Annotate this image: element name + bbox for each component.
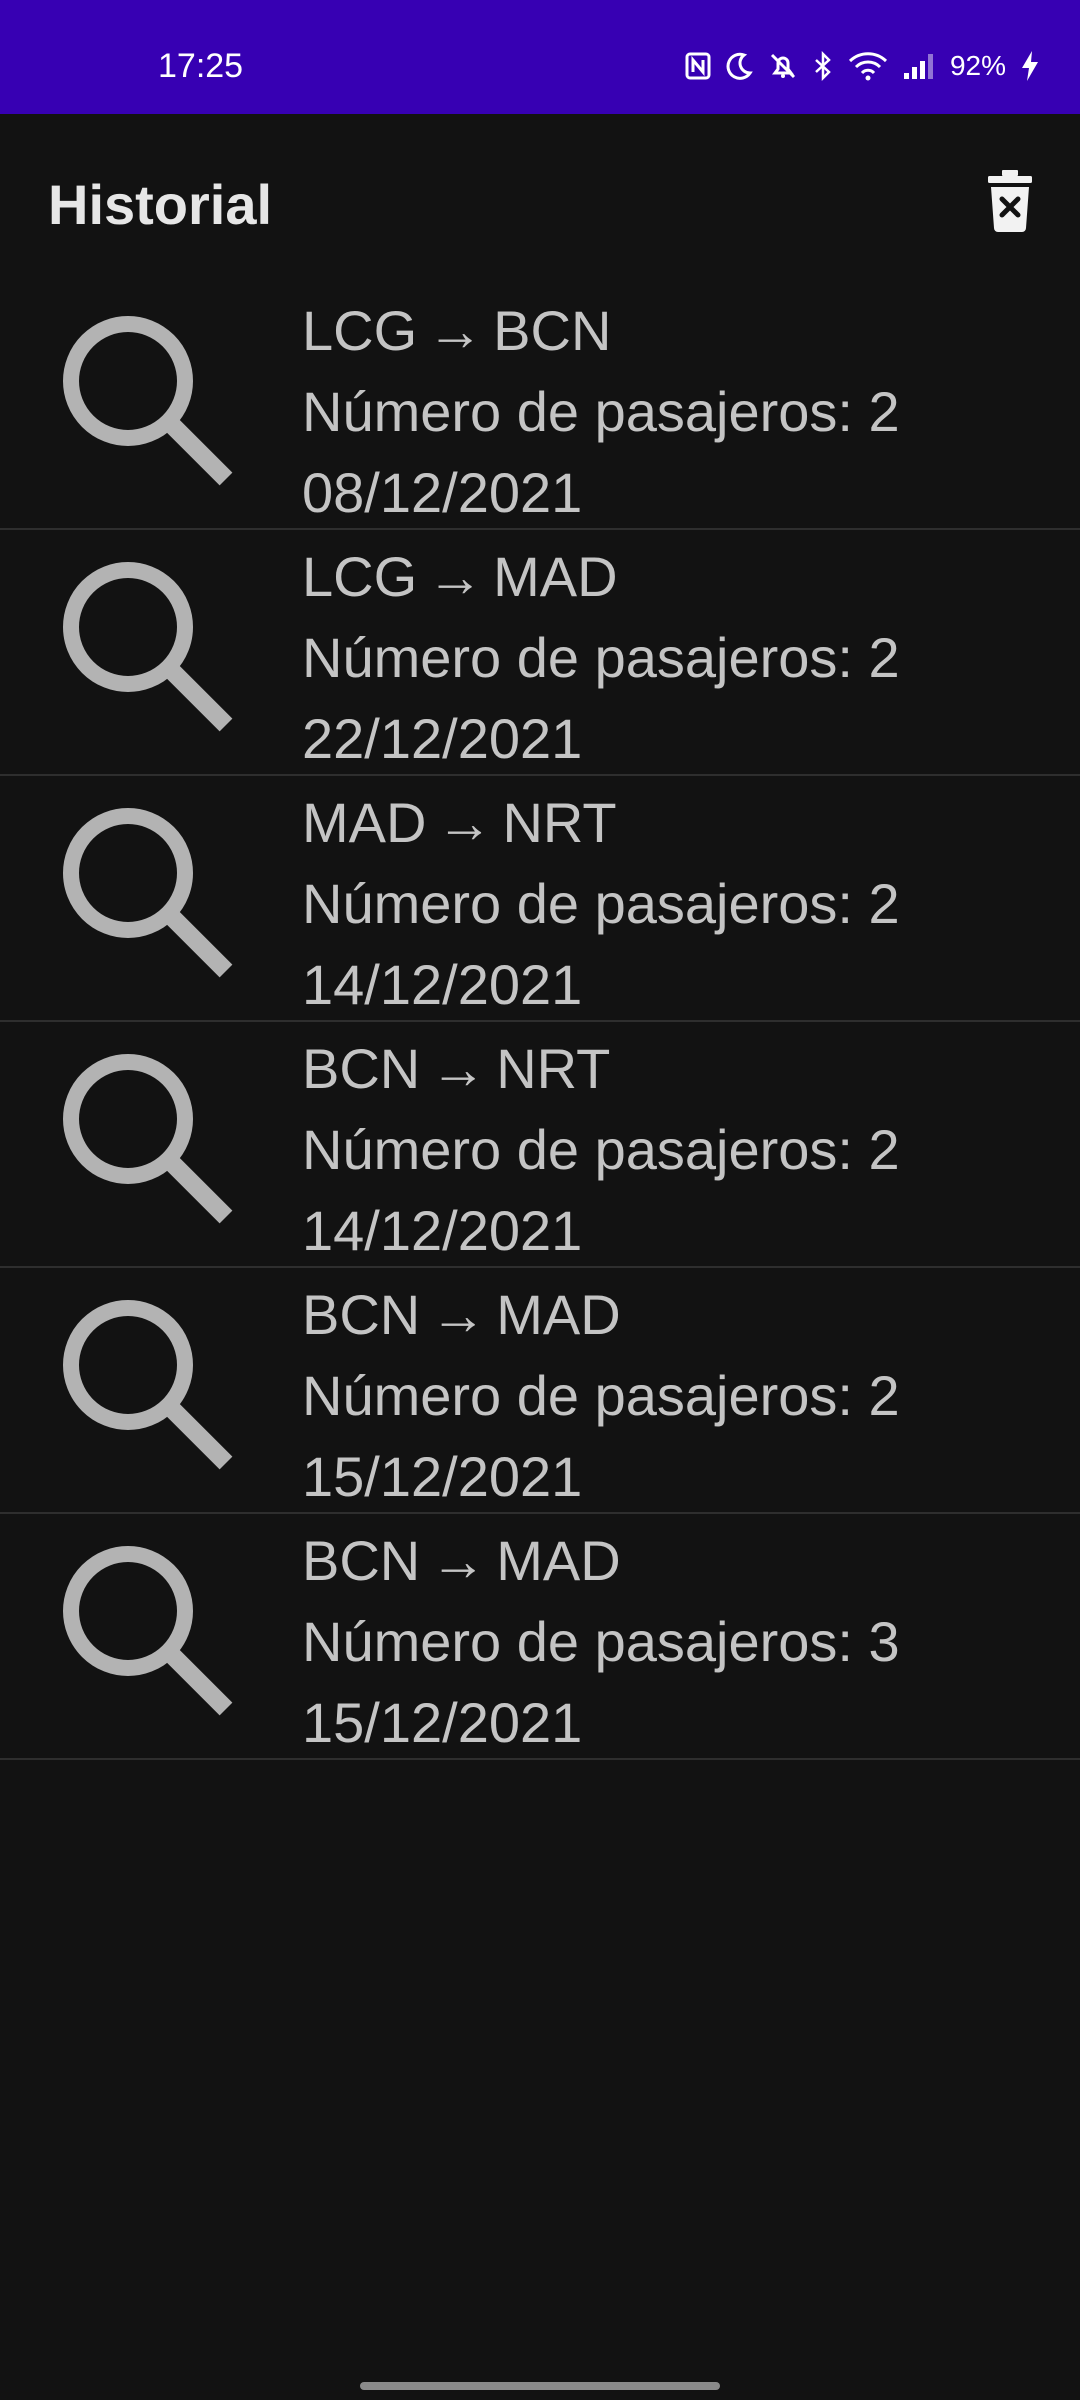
history-item[interactable]: BCN → MAD Número de pasajeros: 3 15/12/2…	[0, 1514, 1080, 1760]
status-bar: 17:25 92%	[0, 0, 1080, 114]
search-icon	[56, 1293, 236, 1473]
search-icon	[56, 555, 236, 735]
signal-icon	[903, 54, 933, 79]
wifi-icon	[848, 52, 887, 81]
passenger-count: Número de pasajeros: 2	[302, 626, 900, 689]
origin-code: MAD	[302, 791, 427, 854]
arrow-right-icon: →	[430, 1283, 487, 1346]
route: LCG → MAD	[302, 536, 900, 617]
arrow-right-icon: →	[430, 1037, 487, 1100]
page-title: Historial	[48, 173, 273, 236]
origin-code: BCN	[302, 1037, 421, 1100]
history-item[interactable]: BCN → NRT Número de pasajeros: 2 14/12/2…	[0, 1022, 1080, 1268]
history-item-text: BCN → MAD Número de pasajeros: 2 15/12/2…	[302, 1274, 900, 1517]
route: MAD → NRT	[302, 782, 900, 863]
search-icon	[56, 1047, 236, 1227]
arrow-right-icon: →	[430, 1529, 487, 1592]
history-item-text: MAD → NRT Número de pasajeros: 2 14/12/2…	[302, 782, 900, 1025]
arrow-right-icon: →	[427, 545, 484, 608]
history-item-text: LCG → MAD Número de pasajeros: 2 22/12/2…	[302, 536, 900, 779]
nfc-icon	[685, 52, 711, 80]
bluetooth-icon	[815, 51, 831, 81]
do-not-disturb-icon	[726, 52, 753, 80]
history-item-text: BCN → NRT Número de pasajeros: 2 14/12/2…	[302, 1028, 900, 1271]
charging-icon	[1022, 51, 1038, 81]
destination-code: NRT	[502, 791, 617, 854]
arrow-right-icon: →	[427, 299, 484, 362]
search-date: 14/12/2021	[302, 1199, 583, 1262]
route: BCN → MAD	[302, 1274, 900, 1355]
bell-off-icon	[770, 53, 796, 79]
origin-code: BCN	[302, 1283, 421, 1346]
search-date: 22/12/2021	[302, 707, 583, 770]
history-item[interactable]: BCN → MAD Número de pasajeros: 2 15/12/2…	[0, 1268, 1080, 1514]
battery-level: 92%	[949, 50, 1006, 81]
route: BCN → MAD	[302, 1520, 900, 1601]
passenger-count: Número de pasajeros: 2	[302, 380, 900, 443]
passenger-count: Número de pasajeros: 2	[302, 1118, 900, 1181]
destination-code: MAD	[496, 1529, 621, 1592]
passenger-count: Número de pasajeros: 2	[302, 1364, 900, 1427]
destination-code: NRT	[496, 1037, 611, 1100]
route: LCG → BCN	[302, 290, 900, 371]
arrow-right-icon: →	[436, 791, 493, 854]
app-header: Historial	[0, 114, 1080, 284]
history-list: LCG → BCN Número de pasajeros: 2 08/12/2…	[0, 284, 1080, 1760]
route: BCN → NRT	[302, 1028, 900, 1109]
clear-history-button[interactable]	[986, 168, 1034, 232]
search-date: 14/12/2021	[302, 953, 583, 1016]
passenger-count: Número de pasajeros: 3	[302, 1610, 900, 1673]
history-item[interactable]: LCG → MAD Número de pasajeros: 2 22/12/2…	[0, 530, 1080, 776]
search-date: 08/12/2021	[302, 461, 583, 524]
origin-code: LCG	[302, 545, 418, 608]
search-icon	[56, 801, 236, 981]
status-time: 17:25	[158, 47, 244, 85]
search-icon	[56, 309, 236, 489]
origin-code: LCG	[302, 299, 418, 362]
history-item[interactable]: LCG → BCN Número de pasajeros: 2 08/12/2…	[0, 284, 1080, 530]
status-icons: 92%	[684, 44, 1040, 88]
history-item[interactable]: MAD → NRT Número de pasajeros: 2 14/12/2…	[0, 776, 1080, 1022]
passenger-count: Número de pasajeros: 2	[302, 872, 900, 935]
destination-code: MAD	[496, 1283, 621, 1346]
destination-code: MAD	[493, 545, 618, 608]
search-date: 15/12/2021	[302, 1445, 583, 1508]
history-item-text: LCG → BCN Número de pasajeros: 2 08/12/2…	[302, 290, 900, 533]
origin-code: BCN	[302, 1529, 421, 1592]
destination-code: BCN	[493, 299, 612, 362]
search-icon	[56, 1539, 236, 1719]
history-item-text: BCN → MAD Número de pasajeros: 3 15/12/2…	[302, 1520, 900, 1763]
search-date: 15/12/2021	[302, 1691, 583, 1754]
home-indicator[interactable]	[360, 2382, 720, 2390]
delete-forever-icon	[988, 170, 1032, 232]
